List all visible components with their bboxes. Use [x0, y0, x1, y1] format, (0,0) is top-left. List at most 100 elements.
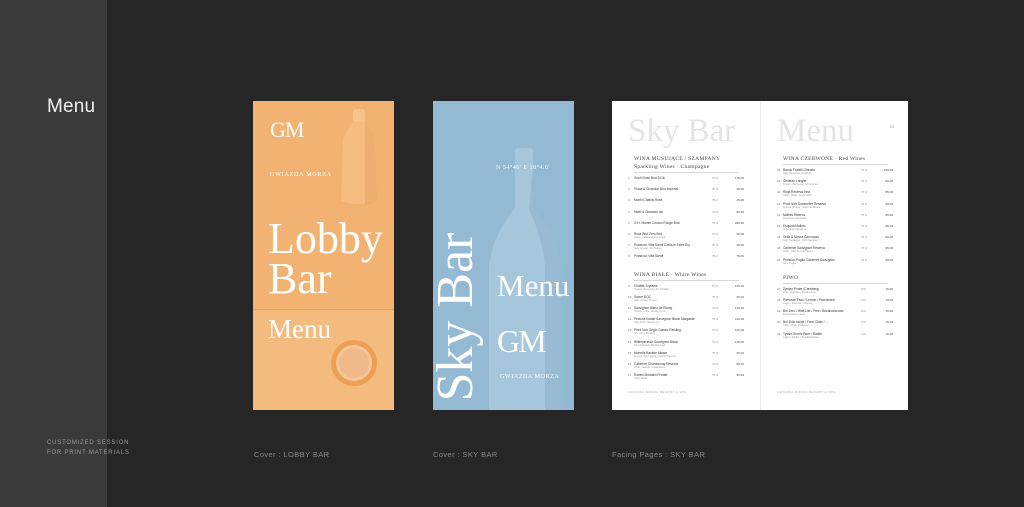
item-description: Italy, Sardegna, DOC Sardinia [783, 239, 818, 243]
section-title: Menu [47, 96, 96, 117]
item-name: Prosé & Chandon Brut Imperial [634, 187, 679, 192]
menu-item: 3. Monfil Chablis Rosé 75 cl 45,00 [628, 198, 744, 207]
item-price: 95,00 [736, 243, 744, 248]
item-description: France, Bordeaux, AC Graves [783, 183, 818, 187]
item-price: 95,00 [736, 350, 744, 355]
menu-item: 27. Żywiec Porter (Carlsberg) Malt / Hopco… [777, 287, 893, 296]
item-price: 115,00 [735, 339, 744, 344]
menu-item: 13. Pinot Noir Grigio Classic Riesling Ger… [628, 328, 744, 337]
session-caption-line2: FOR PRINT MATERIALS [47, 450, 130, 456]
lobby-logo: GM [270, 117, 304, 142]
item-volume: 75 cl [712, 220, 718, 225]
item-price: 95,00 [885, 246, 893, 251]
menu-item: 9. Chablis Joyfame France, Burgundy, AC Ch… [628, 284, 744, 293]
item-name: Gosh Rosé Brut 2016 [634, 176, 665, 180]
item-description: Lager / Pale Ale / Ciemne [783, 302, 813, 305]
sky-logo: GM [497, 323, 547, 359]
lobby-fine-print-left: · · [270, 389, 275, 393]
item-volume: 75 cl [861, 168, 867, 172]
lobby-bar-cover-image[interactable]: GM GWIAZDA MORZA Lobby Bar Menu · · · · … [253, 101, 394, 410]
menu-spread-image[interactable]: Sky Bar GWIAZDA MORZA RESORT & SPA WINA … [612, 101, 908, 410]
item-volume: 75 cl [712, 187, 718, 192]
lobby-subtitle: Menu [268, 314, 331, 344]
item-name: G.H. Mumm Cordon Rouge Brut [634, 220, 680, 225]
item-price: 95,00 [885, 257, 893, 262]
menu-item: 14. Wildeperssch Sauvignon Blanc New Zeala… [628, 340, 744, 349]
item-description: France, Bourgogne, Gewürztraminer [634, 354, 677, 358]
item-volume: 75 cl [712, 209, 718, 214]
menu-section-title: WINA BIAŁE · White Wines [634, 271, 707, 278]
item-price: 110,00 [735, 306, 744, 310]
sky-caption: Cover : SKY BAR [433, 450, 498, 459]
menu-item: 21. Pinot Noir Sommelier Reserva France, R… [777, 202, 893, 211]
spread-caption: Facing Pages : SKY BAR [612, 450, 706, 459]
menu-section-title: PIWO [783, 274, 799, 281]
menu-item: 24. Sella & Mosca Cannonau Italy, Sardegna… [777, 235, 893, 244]
item-name: Prosecco Villa Sandi [634, 254, 664, 259]
right-page: Menu 33 GWIAZDA MORZA RESORT & SPA WINA … [760, 101, 908, 410]
right-page-footer: GWIAZDA MORZA RESORT & SPA [777, 390, 836, 394]
item-volume: 75 cl [712, 243, 718, 248]
sky-bar-cover-image[interactable]: Sky Bar N 54°46' E 18°4.6' Menu GM GWIAZ… [433, 101, 574, 410]
item-number: 19. [777, 179, 782, 184]
item-number: 13. [628, 328, 633, 333]
left-page-title: Sky Bar [628, 113, 736, 149]
item-number: 17. [628, 373, 633, 378]
item-number: 9. [628, 283, 631, 288]
item-price: 95,00 [736, 294, 744, 299]
item-price: 175,00 [734, 176, 744, 180]
item-description: Cider / Piwo smakowe [783, 324, 809, 328]
item-volume: 75 cl [712, 328, 718, 333]
lobby-caption: Cover : LOBBY BAR [254, 450, 330, 459]
item-volume: 75 cl [712, 198, 718, 203]
item-description: Spain, Rioja, Tempranillo [783, 194, 812, 198]
item-volume: 75 cl [712, 339, 718, 344]
item-price: 15,00 [885, 298, 893, 302]
item-price: 125,00 [734, 328, 744, 333]
item-volume: 75 cl [861, 201, 867, 206]
item-number: 29. [777, 309, 782, 314]
menu-section-title: WINA CZERWONE · Red Wines [783, 156, 866, 162]
item-volume: 0,5 l [861, 331, 867, 336]
item-price: 15,00 [885, 309, 893, 314]
menu-item: 4. Moët & Chandon Ice 75 cl 80,00 [628, 210, 744, 219]
sky-subtitle: Menu [497, 268, 570, 303]
item-number: 15. [628, 350, 633, 355]
item-volume: 75 cl [712, 176, 718, 180]
item-volume: 75 cl [861, 235, 867, 240]
item-volume: 75 cl [712, 306, 718, 310]
item-description: Germany, Riesling [634, 332, 656, 336]
item-number: 31. [777, 331, 782, 336]
section-divider [634, 279, 739, 281]
lobby-fine-print-center: · · · · · · [315, 389, 326, 393]
item-description: France, Loire, Pouilly Fumé [634, 310, 666, 313]
session-caption: CUSTOMIZED SESSION FOR PRINT MATERIALS [47, 438, 130, 458]
item-volume: 75 cl [861, 257, 867, 262]
item-price: 55,00 [736, 232, 744, 236]
sky-fine-print: · · · · · · · · [497, 395, 511, 399]
menu-section-title: WINA MUSUJĄCE / SZAMPANY [634, 156, 721, 162]
menu-item: 8. Prosecco Villa Sandi 75 cl 75,00 [628, 254, 744, 263]
item-number: 27. [777, 286, 782, 291]
item-volume: 75 cl [861, 246, 867, 251]
item-description: Pszeniczne / Lager [783, 313, 806, 317]
lobby-brand: GWIAZDA MORZA [270, 172, 332, 178]
menu-item: 1. Gosh Rosé Brut 2016 75 cl 175,00 [628, 176, 744, 185]
item-description: New Zealand, Marlborough [634, 343, 666, 347]
right-page-number: 33 [889, 124, 894, 129]
item-price: 75,00 [736, 254, 744, 259]
menu-item: 31. Tyskie Gronie Beer / Radler Lager / Ra… [777, 332, 893, 341]
item-number: 20. [777, 190, 782, 195]
item-volume: 75 cl [712, 350, 718, 355]
item-name: Moët & Chandon Ice [634, 209, 664, 214]
surface-divider [253, 309, 394, 310]
item-name: Monfil Chablis Rosé [634, 198, 663, 203]
item-price: 95,00 [885, 201, 893, 206]
item-number: 30. [777, 320, 782, 325]
item-number: 1. [628, 176, 631, 180]
item-price: 95,00 [736, 373, 744, 378]
item-number: 22. [777, 212, 782, 217]
item-number: 8. [628, 254, 631, 259]
item-number: 11. [628, 306, 632, 310]
item-description: Italy, Puglia [783, 261, 797, 265]
